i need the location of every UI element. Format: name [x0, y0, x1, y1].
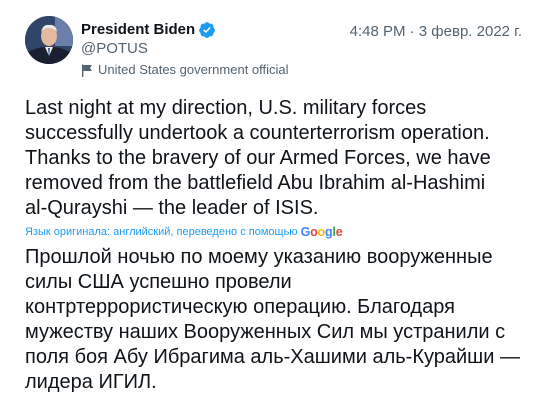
translation-note: Язык оригинала: английский, переведено с…: [25, 225, 343, 239]
affiliation-label: United States government official: [81, 62, 289, 78]
flag-icon: [81, 64, 93, 77]
affiliation-text: United States government official: [98, 62, 289, 77]
author-display-name[interactable]: President Biden: [81, 21, 195, 39]
verified-badge-icon: [198, 21, 216, 39]
tweet-timestamp[interactable]: 4:48 PM · 3 февр. 2022 г.: [350, 23, 522, 41]
avatar[interactable]: [25, 16, 73, 64]
translated-tweet-text: Прошлой ночью по моему указанию вооружен…: [25, 246, 520, 393]
author-name-row[interactable]: President Biden: [81, 21, 216, 39]
tweet-text: Last night at my direction, U.S. militar…: [25, 97, 491, 219]
translation-note-text: Язык оригинала: английский, переведено с…: [25, 226, 298, 238]
tweet-card: President Biden @POTUS United States gov…: [0, 0, 550, 406]
avatar-image: [25, 16, 73, 64]
author-handle[interactable]: @POTUS: [81, 40, 148, 58]
google-logo-icon: Google: [300, 225, 343, 239]
